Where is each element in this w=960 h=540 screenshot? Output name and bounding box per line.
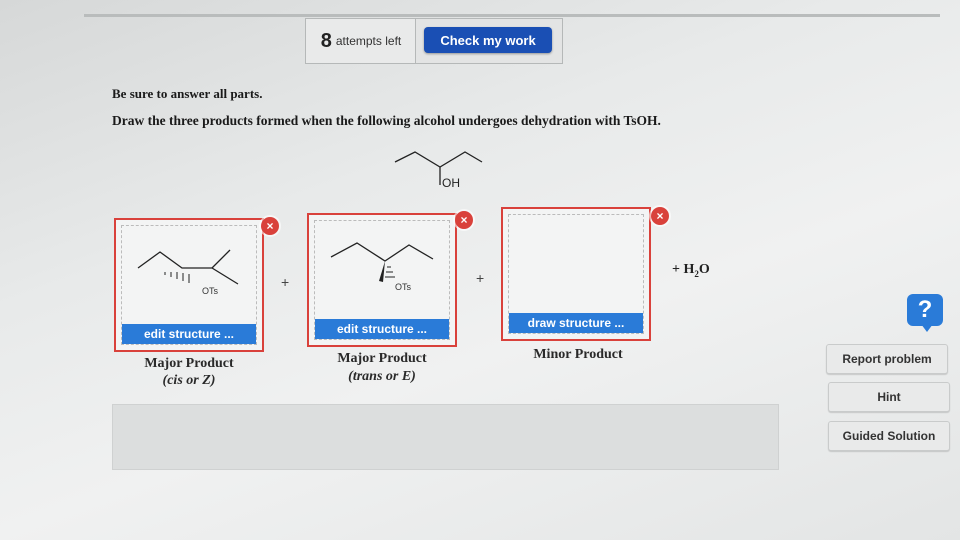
caption-cis-z: (cis or Z)	[162, 373, 216, 388]
product-panel-1[interactable]: OTs edit structure ...	[114, 218, 264, 352]
question-prompt: Draw the three products formed when the …	[112, 113, 661, 128]
reactant-oh-label: OH	[442, 176, 460, 190]
panel-1-ots-label: OTs	[202, 286, 219, 296]
hint-button[interactable]: Hint	[828, 382, 950, 412]
feedback-area	[112, 404, 779, 470]
instruction-text: Be sure to answer all parts.	[112, 86, 263, 101]
caption-major-product-2: Major Product	[337, 351, 427, 366]
product-panel-2[interactable]: OTs edit structure ...	[307, 213, 457, 347]
guided-solution-button[interactable]: Guided Solution	[828, 421, 950, 451]
product-1-structure	[137, 249, 239, 285]
plus-sign-2: +	[476, 270, 485, 286]
report-problem-button[interactable]: Report problem	[826, 344, 948, 374]
product-2-structure	[330, 242, 434, 282]
caption-major-product-1: Major Product	[144, 356, 234, 371]
water-byproduct: + H2O	[672, 262, 710, 279]
reactant-structure	[394, 151, 483, 185]
attempts-count: 8	[320, 29, 332, 52]
product-panel-3[interactable]: draw structure ...	[501, 207, 651, 341]
check-work-container: Check my work	[415, 18, 563, 64]
attempts-left-indicator: 8 attempts left	[305, 18, 417, 64]
remove-icon-3[interactable]: ×	[651, 207, 669, 225]
plus-sign-1: +	[281, 274, 290, 290]
draw-structure-button[interactable]: draw structure ...	[509, 313, 643, 333]
help-icon[interactable]: ?	[907, 294, 943, 326]
remove-icon-1[interactable]: ×	[261, 217, 279, 235]
caption-trans-e: (trans or E)	[348, 369, 416, 384]
attempts-label: attempts left	[335, 34, 402, 48]
help-icon-tail	[921, 324, 933, 332]
remove-icon-2[interactable]: ×	[455, 211, 473, 229]
caption-minor-product: Minor Product	[533, 347, 623, 362]
panel-2-ots-label: OTs	[395, 282, 412, 292]
check-my-work-button[interactable]: Check my work	[424, 27, 552, 53]
edit-structure-button-2[interactable]: edit structure ...	[315, 319, 449, 339]
edit-structure-button-1[interactable]: edit structure ...	[122, 324, 256, 344]
